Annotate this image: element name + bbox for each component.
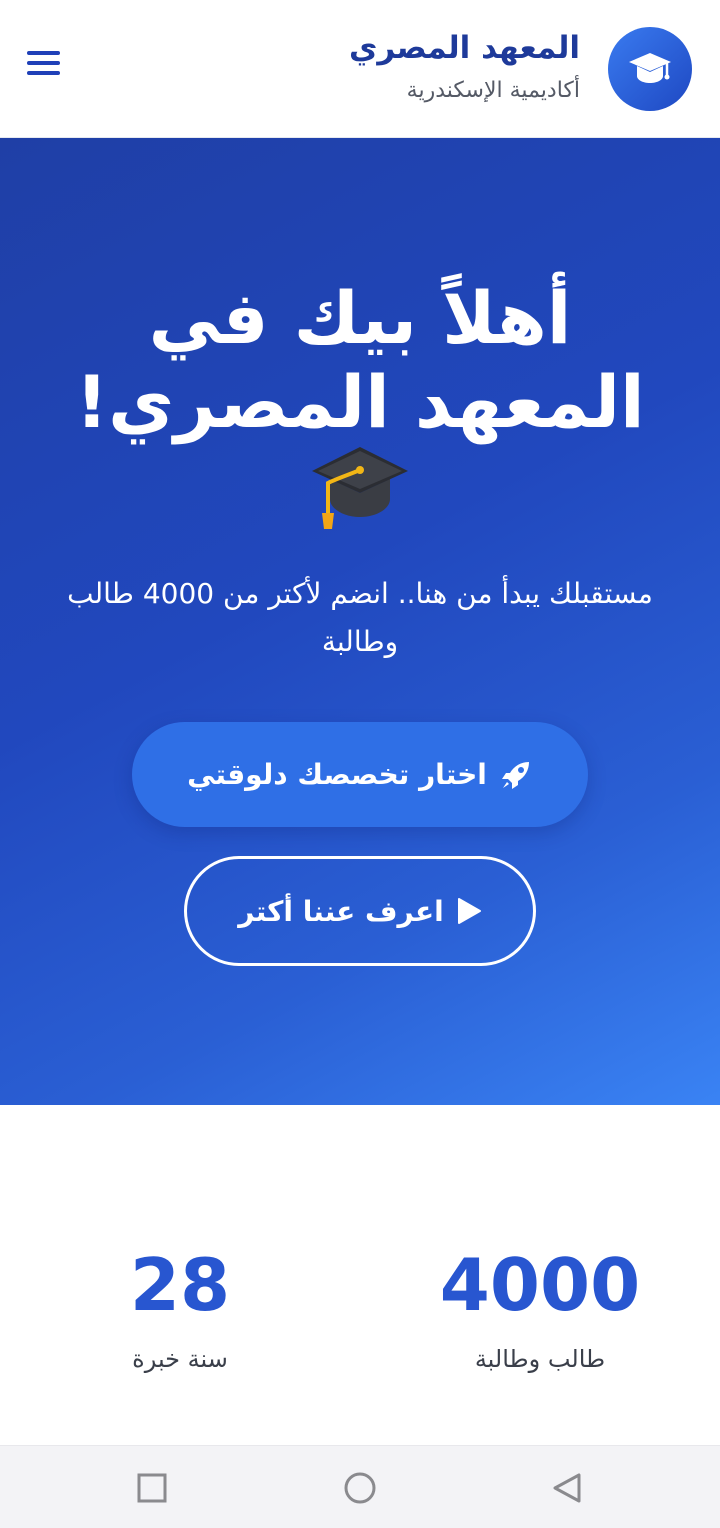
- system-navigation-bar: [0, 1445, 720, 1528]
- play-icon: [457, 898, 481, 924]
- graduation-cap-icon: [629, 53, 671, 83]
- stat-students-label: طالب وطالبة: [474, 1345, 606, 1373]
- about-us-button[interactable]: اعرف عننا أكتر: [184, 856, 536, 966]
- brand-title: المعهد المصري: [348, 30, 580, 66]
- stat-students: 4000 طالب وطالبة: [410, 1245, 670, 1373]
- hero-title-line1: أهلاً بيك في: [148, 276, 572, 360]
- hero-section: أهلاً بيك في المعهد المصري! مستقبلك يبدأ…: [0, 138, 720, 1105]
- stats-section: 4000 طالب وطالبة 28 سنة خبرة: [0, 1105, 720, 1445]
- triangle-back-icon[interactable]: [550, 1471, 584, 1505]
- hero-subtitle: مستقبلك يبدأ من هنا.. انضم لأكتر من 4000…: [67, 577, 653, 658]
- choose-major-button[interactable]: اختار تخصصك دلوقتي: [132, 722, 588, 827]
- logo[interactable]: [608, 27, 692, 111]
- hero-title: أهلاً بيك في المعهد المصري!: [20, 276, 700, 444]
- choose-major-label: اختار تخصصك دلوقتي: [187, 758, 487, 791]
- stat-years-value: 28: [129, 1243, 231, 1327]
- graduation-cap-emoji-icon: [312, 447, 408, 529]
- stat-students-value: 4000: [439, 1243, 641, 1327]
- top-header: المعهد المصري أكاديمية الإسكندرية: [0, 0, 720, 138]
- brand-subtitle: أكاديمية الإسكندرية: [406, 78, 580, 103]
- stat-years: 28 سنة خبرة: [50, 1245, 310, 1373]
- square-recent-apps-icon[interactable]: [135, 1471, 169, 1505]
- hero-title-line2: المعهد المصري!: [75, 360, 645, 444]
- hamburger-menu-icon[interactable]: [26, 46, 60, 80]
- rocket-icon: [501, 761, 529, 789]
- stat-years-label: سنة خبرة: [132, 1345, 228, 1373]
- about-us-label: اعرف عننا أكتر: [238, 894, 444, 928]
- circle-home-icon[interactable]: [343, 1471, 377, 1505]
